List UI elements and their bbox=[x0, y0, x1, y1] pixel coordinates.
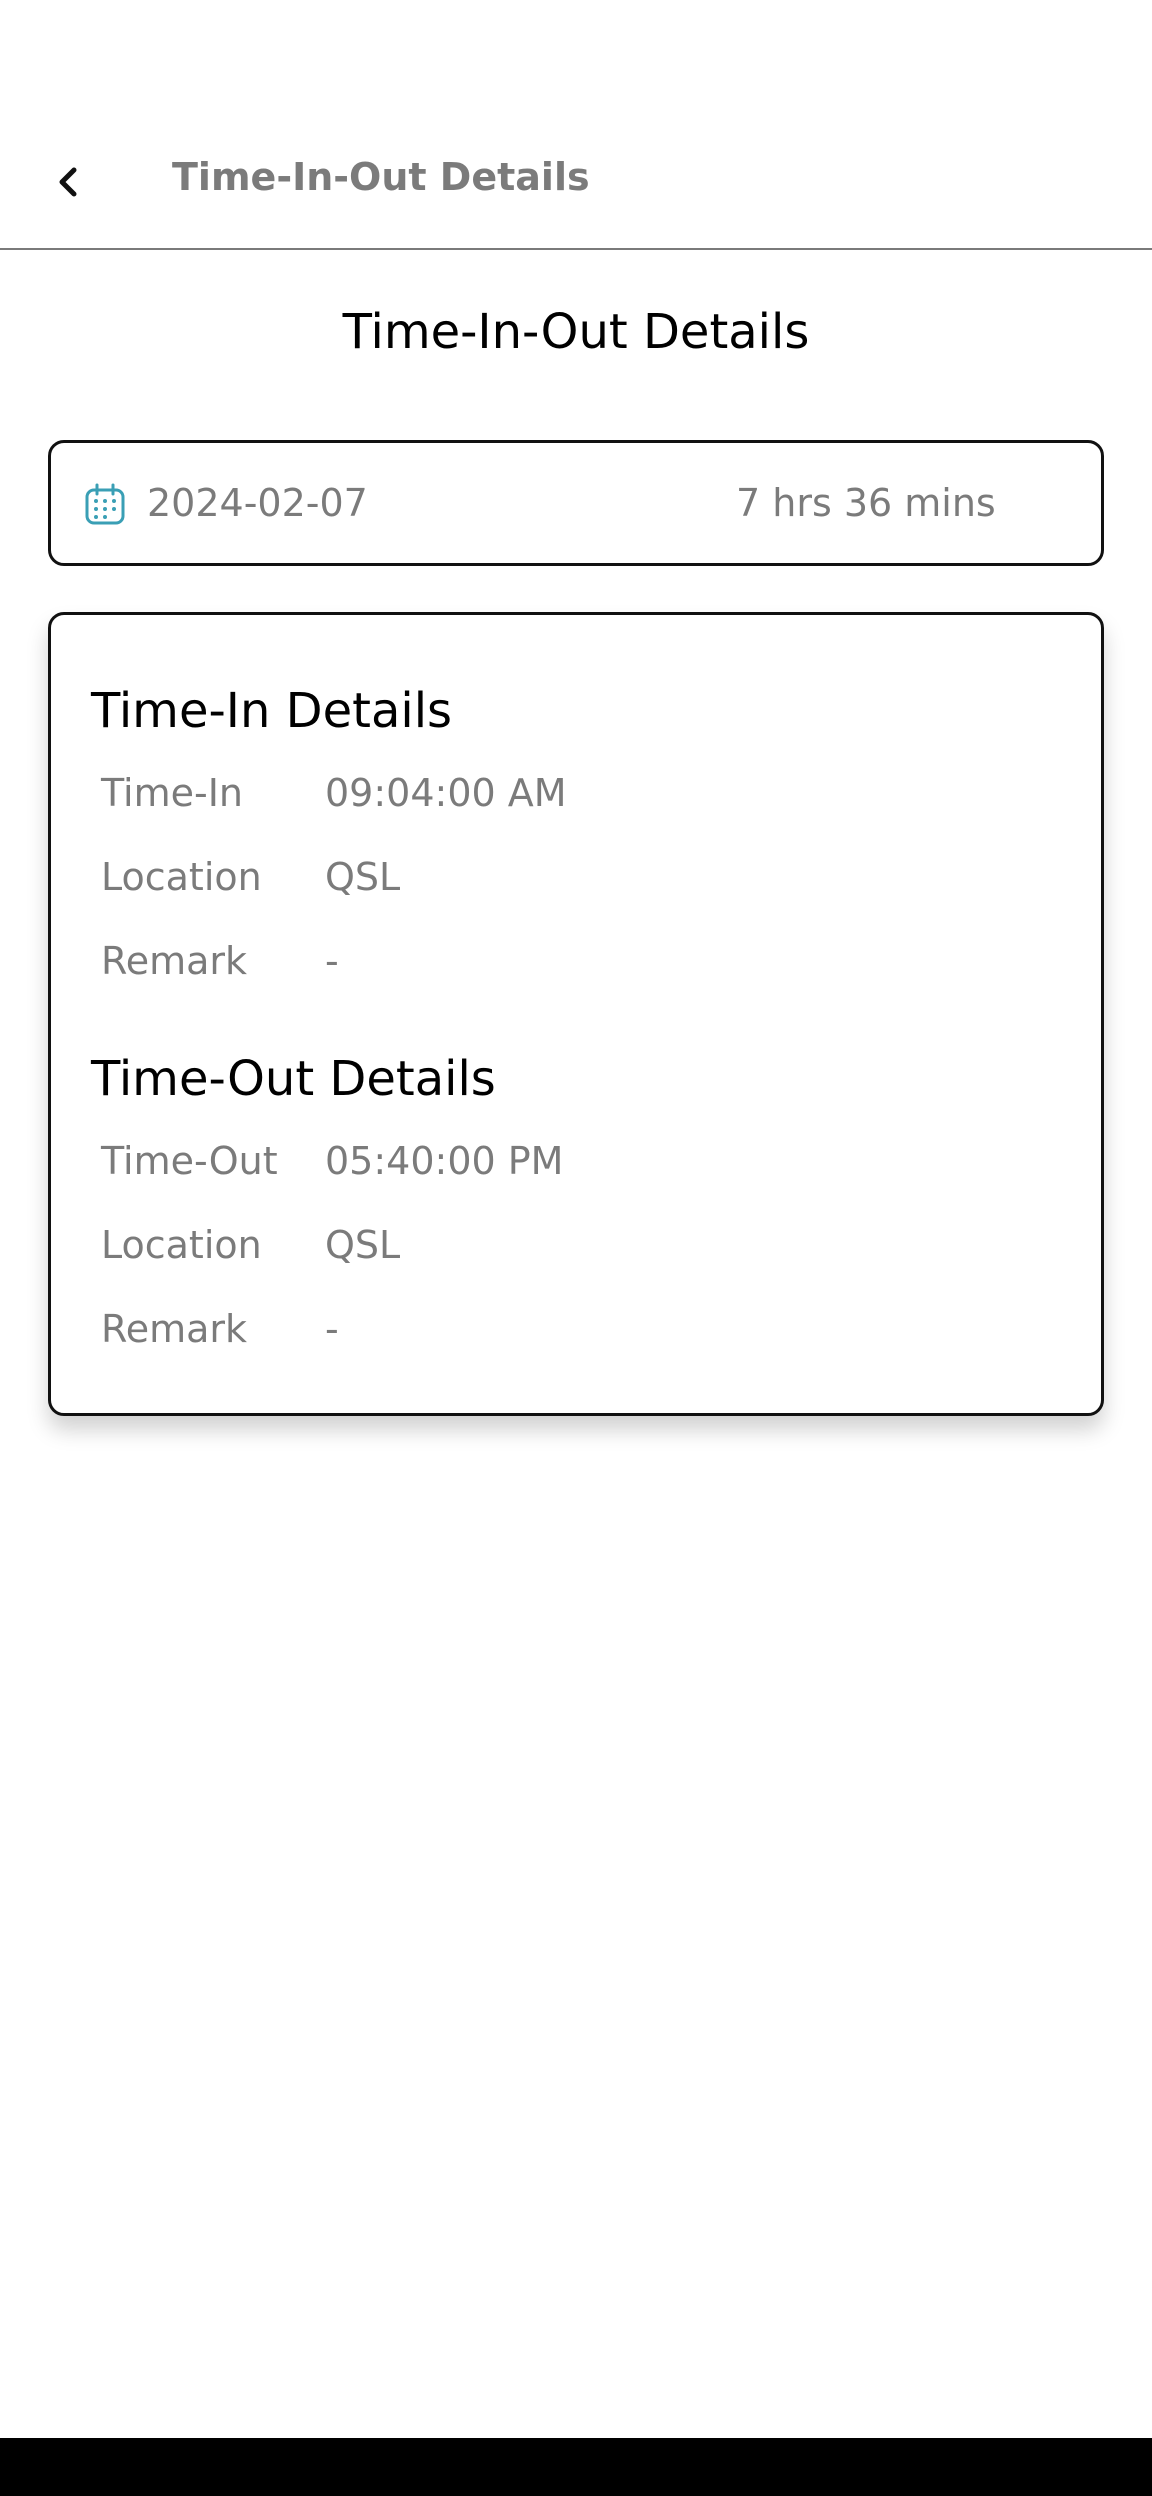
app-bar: Time-In-Out Details bbox=[0, 0, 1152, 250]
page-title: Time-In-Out Details bbox=[342, 304, 810, 360]
time-in-remark-label: Remark bbox=[101, 939, 248, 983]
time-in-heading: Time-In Details bbox=[91, 683, 453, 739]
time-out-heading: Time-Out Details bbox=[91, 1051, 496, 1107]
back-button[interactable] bbox=[40, 150, 96, 214]
details-card: Time-In Details Time-In 09:04:00 AM Loca… bbox=[48, 612, 1104, 1416]
time-out-value: 05:40:00 PM bbox=[325, 1139, 564, 1183]
time-out-label: Time-Out bbox=[101, 1139, 278, 1183]
app-bar-title: Time-In-Out Details bbox=[172, 155, 590, 199]
summary-duration: 7 hrs 36 mins bbox=[736, 481, 996, 525]
time-out-location-value: QSL bbox=[325, 1223, 401, 1267]
time-in-location-value: QSL bbox=[325, 855, 401, 899]
chevron-left-icon bbox=[59, 167, 77, 197]
time-out-remark-value: - bbox=[325, 1307, 339, 1351]
date-summary-card[interactable]: 2024-02-07 7 hrs 36 mins bbox=[48, 440, 1104, 566]
time-in-label: Time-In bbox=[101, 771, 243, 815]
system-navigation-bar bbox=[0, 2438, 1152, 2496]
time-in-location-label: Location bbox=[101, 855, 262, 899]
time-in-remark-value: - bbox=[325, 939, 339, 983]
time-out-location-label: Location bbox=[101, 1223, 262, 1267]
calendar-icon bbox=[85, 483, 125, 525]
time-out-remark-label: Remark bbox=[101, 1307, 248, 1351]
time-in-value: 09:04:00 AM bbox=[325, 771, 567, 815]
summary-date: 2024-02-07 bbox=[147, 481, 368, 525]
